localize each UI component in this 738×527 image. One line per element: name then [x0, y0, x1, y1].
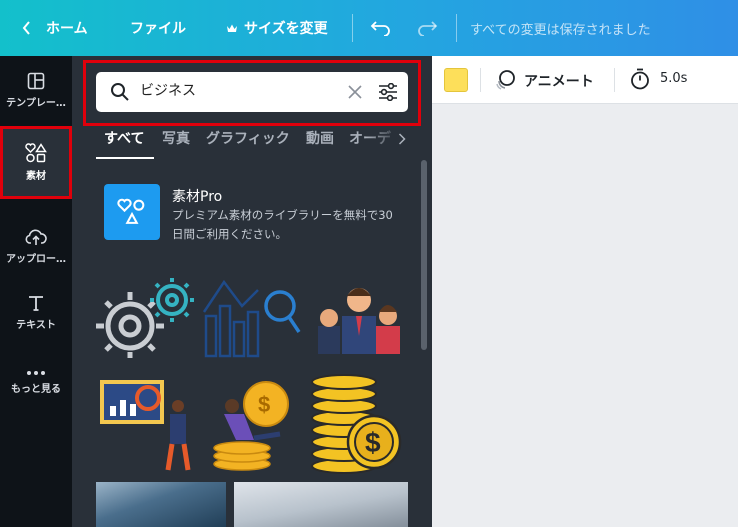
- rail-label: テンプレー…: [6, 97, 66, 109]
- coin-stack-graphic[interactable]: $: [308, 374, 408, 474]
- duration-value[interactable]: 5.0s: [660, 71, 687, 86]
- toolbar-divider: [480, 68, 481, 92]
- tab-active-indicator: [96, 157, 154, 159]
- home-label: ホーム: [46, 21, 88, 37]
- file-label: ファイル: [130, 21, 186, 37]
- rail-item-uploads[interactable]: アップロー…: [0, 212, 72, 280]
- tab-graphics[interactable]: グラフィック: [206, 128, 290, 148]
- chevron-left-icon: [22, 21, 30, 35]
- file-menu-button[interactable]: ファイル: [130, 0, 186, 56]
- undo-icon: [370, 21, 390, 36]
- save-status: すべての変更は保存されました: [470, 22, 651, 38]
- rail-item-text[interactable]: テキスト: [0, 278, 72, 346]
- tab-photos[interactable]: 写真: [162, 128, 190, 148]
- scrollbar[interactable]: [421, 160, 427, 350]
- chevron-right-icon[interactable]: [398, 133, 406, 145]
- elements-panel: すべて 写真 グラフィック 動画 オーデ 素材Pro プレミアム素材のライブラリ…: [72, 56, 432, 527]
- analysis-person-graphic[interactable]: [96, 374, 196, 474]
- highlight-box: [83, 60, 421, 126]
- resize-button[interactable]: サイズを変更: [226, 0, 328, 56]
- tab-all[interactable]: すべて: [104, 128, 144, 148]
- coin-person-graphic[interactable]: $: [202, 374, 302, 474]
- toolbar-divider: [352, 14, 353, 42]
- elements-pro-icon: [117, 198, 145, 224]
- tab-videos[interactable]: 動画: [306, 128, 334, 148]
- undo-button[interactable]: [370, 0, 392, 56]
- bar-chart-magnifier-graphic[interactable]: [202, 276, 302, 358]
- photo-thumbnail[interactable]: [96, 482, 226, 527]
- template-icon: [27, 72, 45, 89]
- animate-icon[interactable]: [494, 69, 516, 91]
- business-team-graphic[interactable]: [308, 280, 410, 356]
- rail-item-more[interactable]: もっと見る: [0, 348, 72, 416]
- pro-badge[interactable]: [104, 184, 160, 240]
- toolbar-divider: [614, 68, 615, 92]
- redo-icon: [418, 21, 438, 36]
- more-dots-icon: [27, 370, 45, 375]
- promo-title[interactable]: 素材Pro: [172, 186, 222, 206]
- svg-text:$: $: [365, 427, 381, 458]
- rail-label: テキスト: [16, 319, 56, 331]
- gears-graphic[interactable]: [96, 276, 196, 358]
- promo-description: プレミアム素材のライブラリーを無料で30日間ご利用ください。: [172, 208, 393, 241]
- top-bar: ホーム ファイル サイズを変更 すべての変更は保存されました: [0, 0, 738, 56]
- redo-button[interactable]: [416, 0, 438, 56]
- home-button[interactable]: ホーム: [22, 0, 88, 56]
- color-swatch[interactable]: [444, 68, 468, 92]
- editor-toolbar: アニメート 5.0s: [432, 56, 738, 104]
- resize-label: サイズを変更: [244, 21, 328, 37]
- highlight-box: [0, 126, 72, 199]
- rail-label: アップロー…: [6, 253, 66, 265]
- canvas-area: [432, 104, 738, 527]
- category-tabs: すべて 写真 グラフィック 動画 オーデ: [96, 128, 416, 160]
- timer-icon[interactable]: [630, 68, 650, 90]
- svg-text:$: $: [258, 392, 270, 417]
- rail-label: もっと見る: [11, 383, 61, 395]
- rail-item-templates[interactable]: テンプレー…: [0, 56, 72, 124]
- animate-button[interactable]: アニメート: [524, 71, 594, 91]
- crown-icon: [227, 24, 237, 32]
- photo-thumbnail[interactable]: [234, 482, 408, 527]
- tab-fade: [366, 128, 416, 152]
- text-icon: [29, 295, 43, 311]
- upload-cloud-icon: [25, 229, 47, 245]
- toolbar-divider: [456, 14, 457, 42]
